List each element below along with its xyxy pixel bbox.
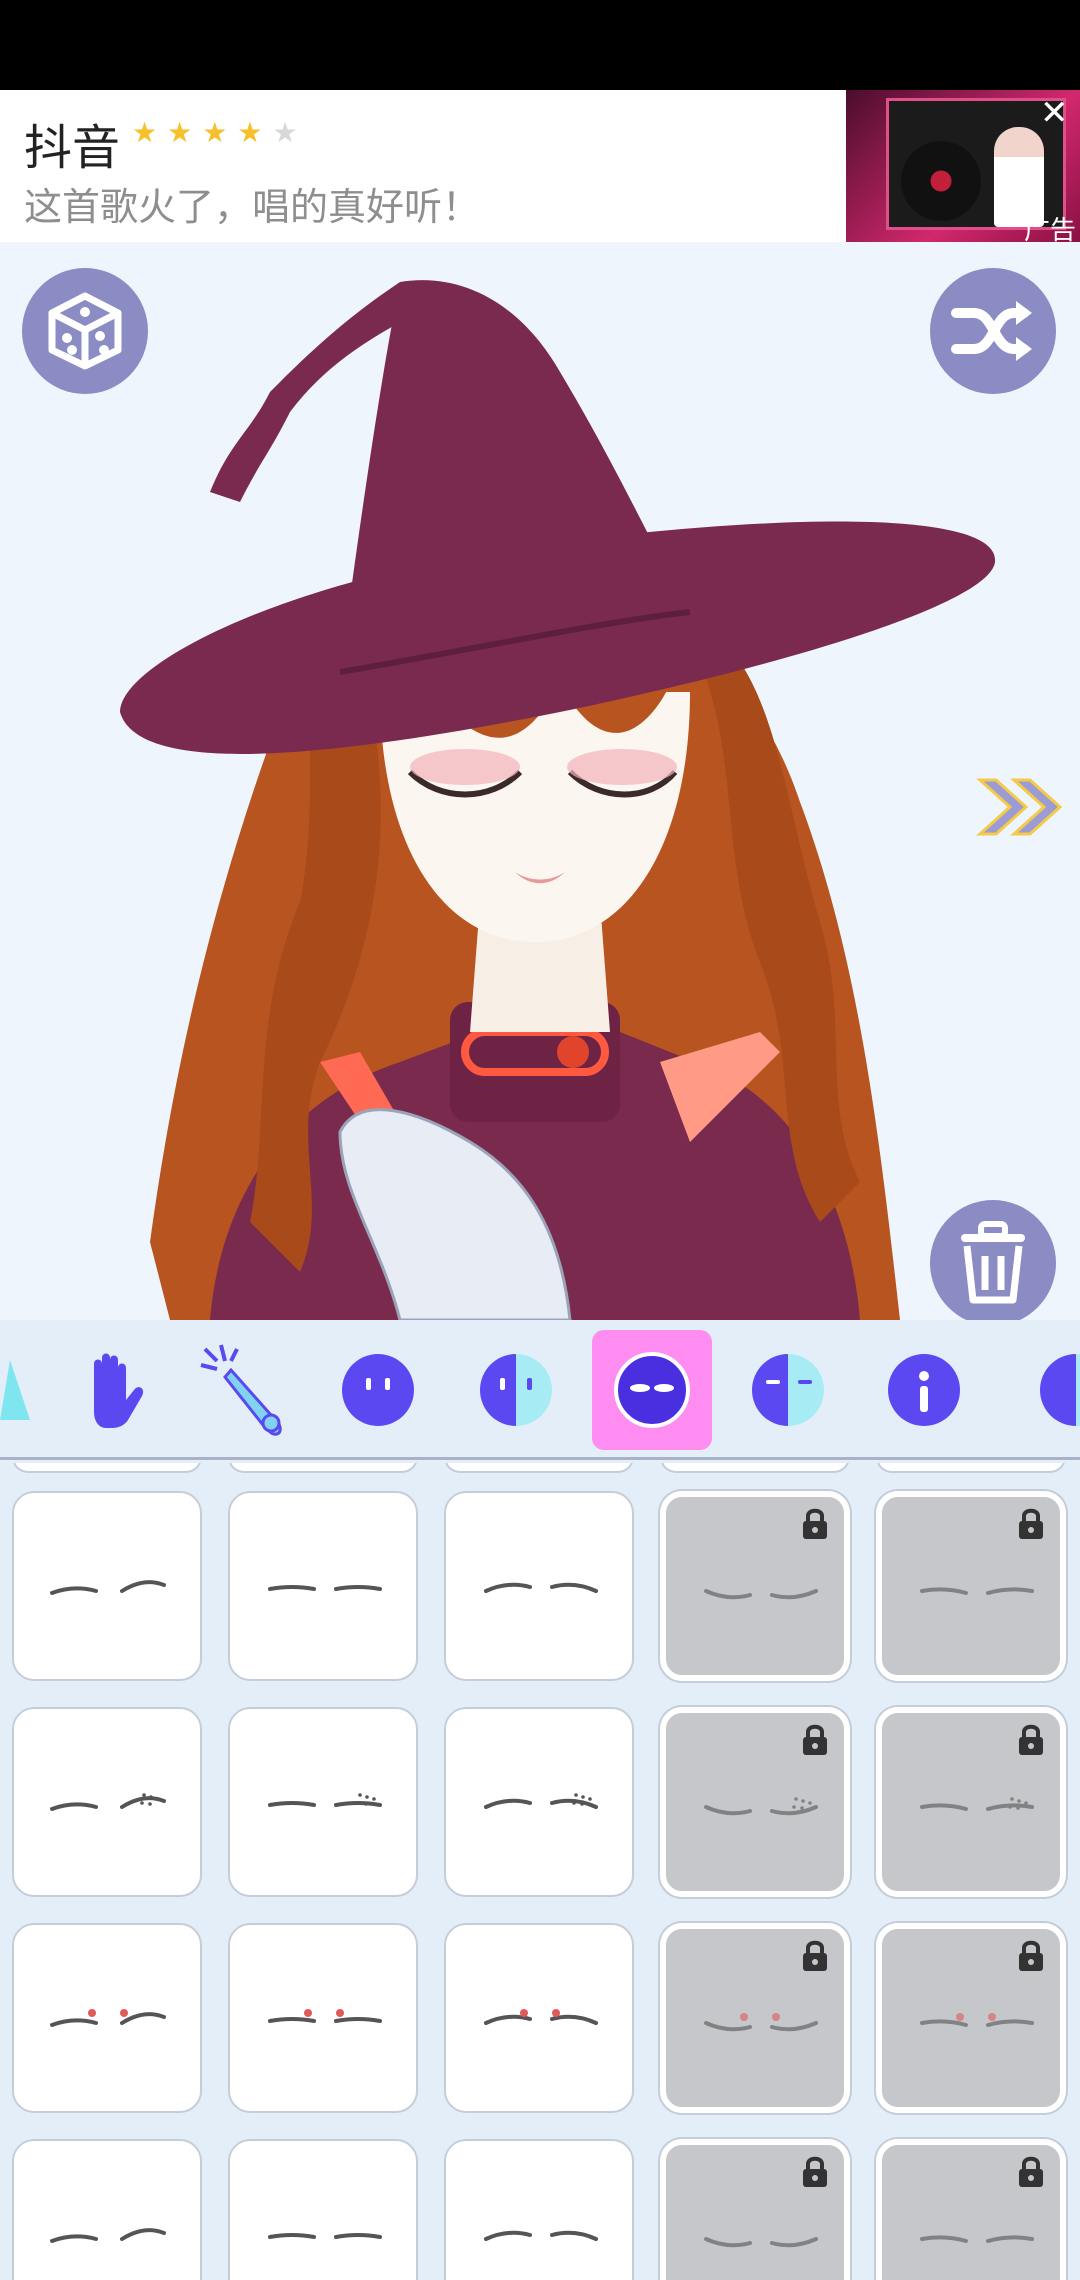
eyebrow-option-brow-dotted-a[interactable] [12, 1707, 202, 1897]
eyebrow-preview [268, 1793, 382, 1807]
eyebrow-preview [484, 2009, 598, 2025]
face-icon [342, 1354, 414, 1426]
eyebrow-option-brow-flat-d[interactable] [660, 2139, 850, 2280]
close-icon[interactable]: ✕ [1040, 96, 1069, 130]
eyebrow-option-brow-plain-e[interactable] [876, 1491, 1066, 1681]
tool-partial-left[interactable] [0, 1330, 60, 1450]
status-bar [0, 0, 1080, 90]
eyebrow-preview [484, 1582, 598, 1593]
tool-magic-wand[interactable] [186, 1330, 306, 1450]
eyebrow-preview [50, 2228, 166, 2243]
tool-eyes[interactable] [592, 1330, 712, 1450]
eyebrow-option-brow-flat-c[interactable] [444, 2139, 634, 2280]
tool-face[interactable] [318, 1330, 438, 1450]
half-face-icon [480, 1354, 552, 1426]
eyebrow-grid [0, 1463, 1080, 2280]
eyebrow-option-brow-red-d[interactable] [660, 1923, 850, 2113]
eyebrow-preview [50, 1793, 166, 1811]
eyebrow-option-brow-red-b[interactable] [228, 1923, 418, 2113]
eyebrow-option-brow-dotted-c[interactable] [444, 1707, 634, 1897]
eyebrow-preview [50, 1580, 166, 1595]
eyes-glow-icon [614, 1352, 690, 1428]
eyebrow-preview [268, 2009, 382, 2023]
shuffle-icon [951, 301, 1032, 361]
tool-info[interactable] [864, 1330, 984, 1450]
eyebrow-preview [484, 2230, 598, 2241]
eyebrow-option-brow-red-c[interactable] [444, 1923, 634, 2113]
star-icon: ★ [167, 116, 193, 149]
double-chevron-right-icon[interactable] [976, 772, 1066, 842]
eyebrow-option-brow-dotted-d[interactable] [660, 1707, 850, 1897]
eyebrow-preview [50, 2009, 166, 2027]
lock-icon [803, 2156, 827, 2187]
face-side-icon [752, 1354, 824, 1426]
eyebrow-option-brow-plain-b[interactable] [228, 1491, 418, 1681]
delete-button[interactable] [930, 1200, 1056, 1320]
shuffle-button[interactable] [930, 268, 1056, 394]
category-toolbar [0, 1320, 1080, 1460]
eyebrow-preview [268, 2233, 382, 2239]
eyebrow-option-brow-flat-b[interactable] [228, 2139, 418, 2280]
eyebrow-preview [484, 1793, 598, 1809]
star-icon: ★ [202, 116, 228, 149]
eyebrow-preview [268, 1585, 382, 1591]
ad-subtitle[interactable]: 这首歌火了，唱的真好听！ [24, 176, 480, 231]
info-face-icon [888, 1354, 960, 1426]
partial-tile[interactable] [444, 1463, 634, 1473]
lock-icon [803, 1508, 827, 1539]
eyebrow-option-brow-flat-a[interactable] [12, 2139, 202, 2280]
partial-tile[interactable] [660, 1463, 850, 1473]
lock-icon [803, 1940, 827, 1971]
random-dice-button[interactable] [22, 268, 148, 394]
partial-tile[interactable] [876, 1463, 1066, 1473]
eyebrow-option-brow-red-e[interactable] [876, 1923, 1066, 2113]
partial-tile[interactable] [228, 1463, 418, 1473]
partial-face-icon [1040, 1354, 1080, 1426]
eyebrow-option-brow-dotted-b[interactable] [228, 1707, 418, 1897]
hand-icon [94, 1353, 144, 1428]
star-icon: ★ [132, 116, 158, 149]
lock-icon [1019, 1940, 1043, 1971]
eyebrow-option-brow-dotted-e[interactable] [876, 1707, 1066, 1897]
eyebrow-option-brow-flat-e[interactable] [876, 2139, 1066, 2280]
lock-icon [1019, 1508, 1043, 1539]
eyebrow-option-brow-plain-a[interactable] [12, 1491, 202, 1681]
eyebrow-option-brow-plain-c[interactable] [444, 1491, 634, 1681]
eyebrow-option-brow-red-a[interactable] [12, 1923, 202, 2113]
tool-hand[interactable] [52, 1330, 172, 1450]
star-icon: ★ [237, 116, 263, 149]
star-icon: ★ [272, 116, 298, 149]
character-illustration [120, 280, 996, 1320]
tool-face-side[interactable] [728, 1330, 848, 1450]
ad-app-name[interactable]: 抖音 [24, 108, 120, 178]
vinyl-record-icon [901, 141, 981, 221]
lock-icon [1019, 1724, 1043, 1755]
tool-half-face[interactable] [456, 1330, 576, 1450]
magic-wand-icon [200, 1344, 282, 1436]
trash-icon [961, 1221, 1025, 1304]
ad-rating-stars: ★ ★ ★ ★ ★ [132, 118, 298, 148]
character-canvas [0, 242, 1080, 1320]
partial-tool-icon [0, 1360, 30, 1420]
partial-tile[interactable] [12, 1463, 202, 1473]
lock-icon [803, 1724, 827, 1755]
eyebrow-option-brow-plain-d[interactable] [660, 1491, 850, 1681]
tool-partial-right[interactable] [1000, 1330, 1080, 1450]
lock-icon [1019, 2156, 1043, 2187]
dice-icon [48, 292, 122, 370]
